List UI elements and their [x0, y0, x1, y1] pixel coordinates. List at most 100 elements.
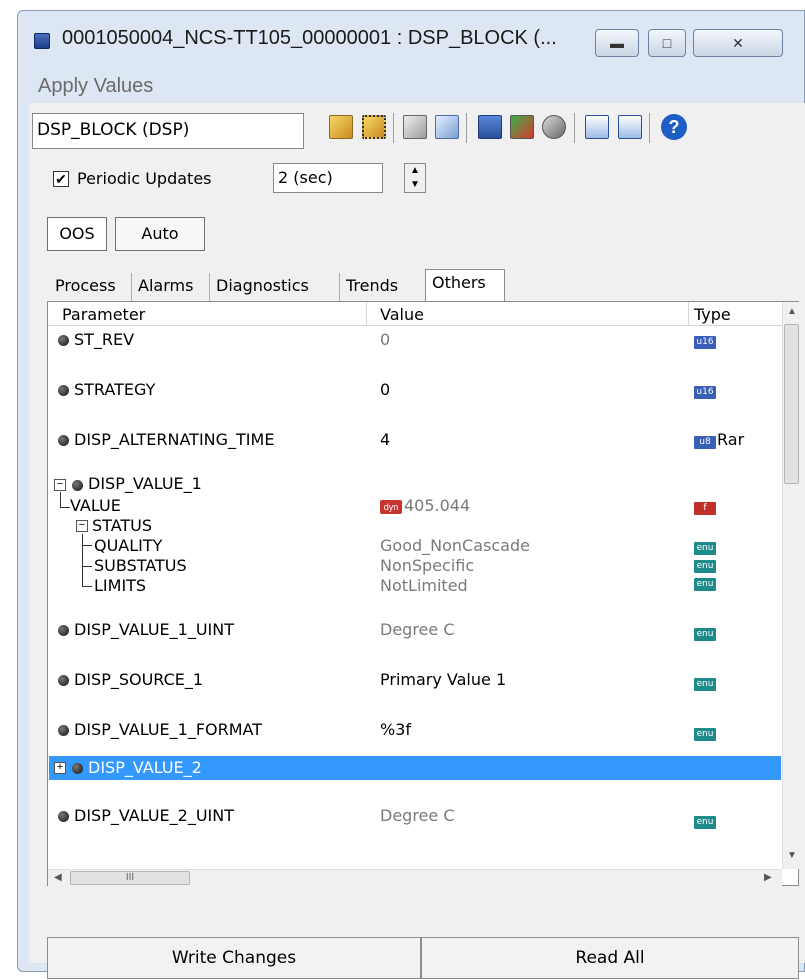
periodic-updates-checkbox[interactable]: ✔	[53, 171, 69, 187]
type-badge-u16: u16	[694, 386, 716, 399]
view-icon[interactable]	[435, 115, 459, 139]
param-disp-value-2-uint[interactable]: DISP_VALUE_2_UINT	[74, 806, 234, 825]
collapse-icon[interactable]: −	[54, 479, 66, 491]
column-divider[interactable]	[688, 302, 689, 326]
read-all-button[interactable]: Read All	[421, 937, 799, 979]
parameter-grid[interactable]: Parameter Value Type ST_REV 0 u16 STRATE…	[47, 301, 799, 886]
type-badge-u16: u16	[694, 336, 716, 349]
value-limits: NotLimited	[380, 576, 468, 595]
param-strategy[interactable]: STRATEGY	[74, 380, 155, 399]
tab-process[interactable]: Process	[49, 273, 122, 301]
scroll-left-icon[interactable]: ◀	[54, 872, 62, 883]
type-badge-u8: u8	[694, 436, 716, 449]
param-disp-source-1[interactable]: DISP_SOURCE_1	[74, 670, 203, 689]
type-badge-enum: enu	[694, 728, 716, 741]
type-badge-enum: enu	[694, 816, 716, 829]
value-disp-value-1-uint: Degree C	[380, 620, 455, 639]
tree-line	[82, 534, 83, 586]
value-substatus: NonSpecific	[380, 556, 475, 575]
oos-mode-button[interactable]: OOS	[47, 217, 107, 251]
compare-icon[interactable]	[403, 115, 427, 139]
content-area: DSP_BLOCK (DSP) ? ✔ Periodic Updates 2 (…	[29, 103, 805, 979]
spin-down-icon[interactable]: ▼	[405, 178, 425, 192]
parameter-bullet-icon	[58, 625, 69, 636]
spin-up-icon[interactable]: ▲	[405, 164, 425, 178]
tree-line	[82, 566, 92, 567]
value-disp-value-1-format[interactable]: %3f	[380, 720, 411, 739]
value-disp-value-2-uint: Degree C	[380, 806, 455, 825]
close-button[interactable]: ✕	[693, 29, 783, 57]
menu-apply-values[interactable]: Apply Values	[38, 75, 153, 98]
download-icon[interactable]	[478, 115, 502, 139]
param-disp-alternating-time[interactable]: DISP_ALTERNATING_TIME	[74, 430, 274, 449]
param-disp-value-1-format[interactable]: DISP_VALUE_1_FORMAT	[74, 720, 262, 739]
tree-line	[82, 545, 92, 546]
maximize-button[interactable]: □	[648, 29, 686, 57]
toolbar-separator	[649, 113, 650, 143]
param-disp-value-1-uint[interactable]: DISP_VALUE_1_UINT	[74, 620, 234, 639]
scroll-up-icon[interactable]: ▲	[787, 306, 797, 317]
sort-icon[interactable]	[542, 115, 566, 139]
update-interval-spinner[interactable]: ▲ ▼	[404, 163, 426, 193]
type-badge-enum: enu	[694, 560, 716, 573]
toolbar-separator	[466, 113, 467, 143]
param-st-rev[interactable]: ST_REV	[74, 330, 134, 349]
value-strategy[interactable]: 0	[380, 380, 390, 399]
param-value[interactable]: VALUE	[70, 496, 121, 515]
grid-header: Parameter Value Type	[48, 302, 782, 326]
value-disp-source-1[interactable]: Primary Value 1	[380, 670, 506, 689]
horizontal-scrollbar[interactable]: ◀ III ▶	[48, 869, 782, 886]
value-disp-alternating-time[interactable]: 4	[380, 430, 390, 449]
scroll-right-icon[interactable]: ▶	[764, 872, 772, 883]
param-status[interactable]: STATUS	[92, 516, 152, 535]
value-quality: Good_NonCascade	[380, 536, 530, 555]
param-disp-value-2[interactable]: DISP_VALUE_2	[88, 758, 202, 777]
auto-mode-button[interactable]: Auto	[115, 217, 205, 251]
tab-diagnostics[interactable]: Diagnostics	[209, 273, 315, 301]
parameter-bullet-icon	[58, 385, 69, 396]
toolbar-separator	[574, 113, 575, 143]
type-extra-text: Rar	[717, 430, 745, 449]
edit-block-icon[interactable]	[329, 115, 353, 139]
update-interval-input[interactable]: 2 (sec)	[273, 163, 383, 193]
tab-others[interactable]: Others	[425, 269, 505, 302]
column-divider[interactable]	[366, 302, 367, 326]
title-bar[interactable]: 0001050004_NCS-TT105_00000001 : DSP_BLOC…	[18, 11, 804, 69]
transfer-icon[interactable]	[510, 115, 534, 139]
vertical-scroll-thumb[interactable]	[784, 324, 799, 484]
horizontal-scroll-thumb[interactable]: III	[70, 871, 190, 885]
tab-alarms[interactable]: Alarms	[131, 273, 199, 301]
minimize-button[interactable]: ▬	[595, 29, 639, 57]
column-parameter[interactable]: Parameter	[62, 305, 145, 324]
scroll-down-icon[interactable]: ▼	[787, 850, 797, 861]
parameter-bullet-icon	[72, 763, 83, 774]
type-badge-enum: enu	[694, 542, 716, 555]
edit-selected-icon[interactable]	[362, 115, 386, 139]
write-changes-button[interactable]: Write Changes	[47, 937, 421, 979]
column-value[interactable]: Value	[380, 305, 424, 324]
tab-trends[interactable]: Trends	[339, 273, 404, 301]
param-disp-value-1[interactable]: DISP_VALUE_1	[88, 474, 202, 493]
param-substatus[interactable]: SUBSTATUS	[94, 556, 187, 575]
periodic-updates-label: Periodic Updates	[77, 169, 212, 188]
parameter-bullet-icon	[58, 335, 69, 346]
parameter-bullet-icon	[58, 675, 69, 686]
menu-bar: Apply Values	[18, 69, 804, 103]
column-type[interactable]: Type	[694, 305, 731, 324]
tree-line	[82, 586, 92, 587]
value-st-rev: 0	[380, 330, 391, 349]
type-badge-enum: enu	[694, 678, 716, 691]
list-view-icon[interactable]	[585, 115, 609, 139]
dynamic-badge: dyn	[380, 500, 402, 514]
type-badge-enum: enu	[694, 628, 716, 641]
block-name-field[interactable]: DSP_BLOCK (DSP)	[32, 113, 304, 149]
param-limits[interactable]: LIMITS	[94, 576, 146, 595]
parameter-bullet-icon	[58, 435, 69, 446]
expand-icon[interactable]: +	[54, 762, 66, 774]
detail-view-icon[interactable]	[618, 115, 642, 139]
type-badge-enum: enu	[694, 578, 716, 591]
vertical-scrollbar[interactable]: ▲ ▼	[782, 302, 799, 869]
param-quality[interactable]: QUALITY	[94, 536, 162, 555]
help-icon[interactable]: ?	[661, 114, 687, 140]
collapse-icon[interactable]: −	[76, 520, 88, 532]
